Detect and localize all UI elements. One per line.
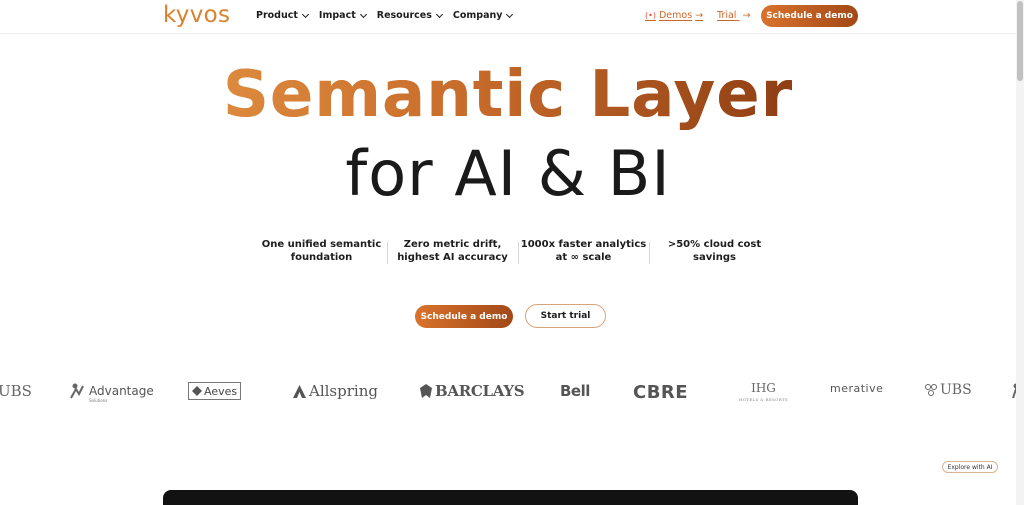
barclays-logo: BARCLAYS xyxy=(420,382,525,400)
customer-logos-strip: UBS Advantage Solutions Aeves Allspring … xyxy=(0,378,1016,406)
stat-item: One unified semantic foundation xyxy=(256,238,387,264)
trial-link[interactable]: Trial → xyxy=(717,10,750,21)
bell-logo-text: Bell xyxy=(560,382,590,400)
live-dot-icon: (•) xyxy=(645,11,656,20)
allspring-logo: Allspring xyxy=(293,382,378,400)
site-header: kyvos Product Impact Resources Company (… xyxy=(0,0,1016,34)
trial-label: Trial xyxy=(717,10,737,21)
stat-item: Zero metric drift, highest AI accuracy xyxy=(387,238,518,264)
ubs-logo: UBS xyxy=(924,382,972,398)
hero-title-line2: for AI & BI xyxy=(345,137,671,210)
page-scrollbar[interactable] xyxy=(1016,0,1024,505)
product-preview-panel xyxy=(163,490,858,505)
explore-with-ai-button[interactable]: Explore with AI xyxy=(942,461,998,473)
stat-line1: One unified semantic xyxy=(261,239,382,250)
main-nav: Product Impact Resources Company xyxy=(256,10,523,21)
hero-title-line1-text: Semantic Layer xyxy=(222,58,794,132)
cbre-logo-text: CBRE xyxy=(633,382,689,403)
scrollbar-thumb[interactable] xyxy=(1017,1,1023,81)
advantage-mark-icon xyxy=(70,383,84,399)
barclays-eagle-icon xyxy=(420,384,432,398)
advantage-solutions-logo: Advantage Solutions xyxy=(69,382,154,403)
stat-line2: highest AI accuracy xyxy=(397,252,508,263)
demos-link[interactable]: (•) Demos → xyxy=(645,10,703,21)
nav-company-label: Company xyxy=(452,10,503,21)
stat-item: >50% cloud cost savings xyxy=(649,238,780,264)
merative-logo-text: merative xyxy=(830,382,884,395)
kyvos-logo[interactable]: kyvos xyxy=(163,2,230,28)
arrow-right-icon: → xyxy=(742,10,751,21)
stat-line1: >50% cloud cost xyxy=(667,239,762,250)
nav-resources[interactable]: Resources xyxy=(376,10,443,21)
stats-row: One unified semantic foundation Zero met… xyxy=(256,238,780,264)
hero-title-line1: Semantic Layer xyxy=(0,58,1016,132)
stat-line2: savings xyxy=(693,252,736,263)
bell-logo: Bell xyxy=(560,382,590,400)
arrow-right-icon: → xyxy=(695,10,704,21)
ihg-logo-subtext: HOTELS & RESORTS xyxy=(739,397,788,402)
advantage-logo-text: Advantage xyxy=(89,383,154,398)
cbre-logo: CBRE xyxy=(633,382,688,403)
nav-product[interactable]: Product xyxy=(256,10,309,21)
chevron-down-icon xyxy=(435,10,443,18)
allspring-mark-icon xyxy=(293,384,306,398)
barclays-logo-text: BARCLAYS xyxy=(435,382,525,400)
nav-company[interactable]: Company xyxy=(452,10,514,21)
nav-product-label: Product xyxy=(256,10,298,21)
ubs-logo-text: UBS xyxy=(0,382,32,400)
nav-impact[interactable]: Impact xyxy=(318,10,367,21)
nav-resources-label: Resources xyxy=(376,10,432,21)
ubs-keys-icon xyxy=(925,384,937,396)
chevron-down-icon xyxy=(301,10,309,18)
schedule-demo-header-button[interactable]: Schedule a demo xyxy=(761,5,858,27)
advantage-logo-subtext: Solutions xyxy=(89,398,108,403)
aeves-logo: Aeves xyxy=(188,382,242,400)
ihg-logo-text: IHG xyxy=(751,381,776,395)
ubs-logo: UBS xyxy=(0,382,32,400)
stat-item: 1000x faster analytics at ∞ scale xyxy=(518,238,649,264)
start-trial-button[interactable]: Start trial xyxy=(525,304,606,328)
stat-line2: foundation xyxy=(290,252,353,263)
stat-line2: at ∞ scale xyxy=(555,252,612,263)
chevron-down-icon xyxy=(506,10,514,18)
nav-impact-label: Impact xyxy=(318,10,356,21)
ubs-logo-text: UBS xyxy=(940,382,972,398)
stat-line1: 1000x faster analytics xyxy=(520,239,647,250)
stat-line1: Zero metric drift, xyxy=(403,239,502,250)
ihg-logo: IHG HOTELS & RESORTS xyxy=(739,382,788,406)
schedule-demo-button[interactable]: Schedule a demo xyxy=(415,305,513,328)
chevron-down-icon xyxy=(359,10,367,18)
allspring-logo-text: Allspring xyxy=(309,382,378,400)
aeves-logo-text: Aeves xyxy=(204,384,238,398)
merative-logo: merative xyxy=(830,382,883,395)
aeves-mark-icon xyxy=(192,386,202,396)
demos-label: Demos xyxy=(658,10,693,21)
